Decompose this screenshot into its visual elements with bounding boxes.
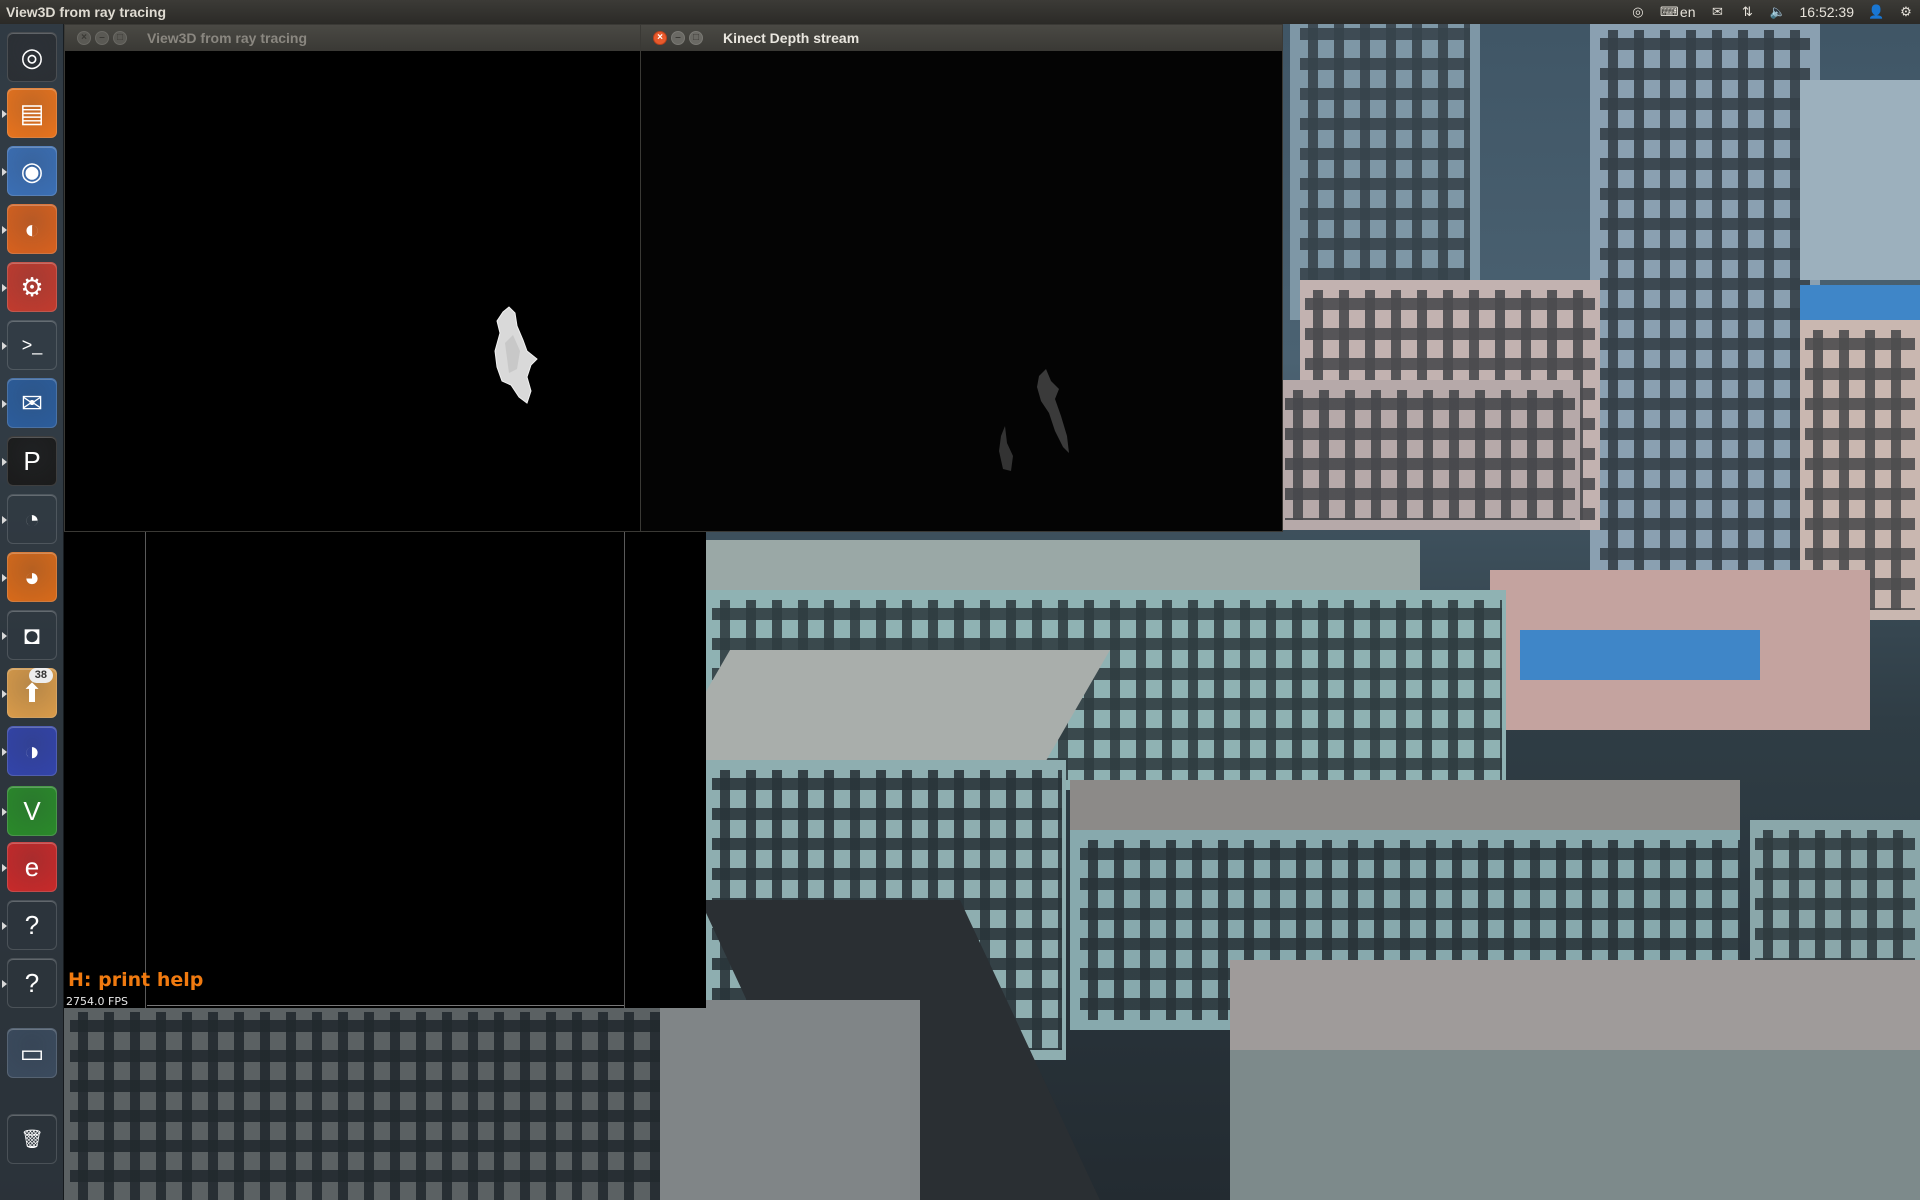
launcher: ◎ ▤ ◉ ◐ ⚙ >_ ✉ P ◔ ◕ ◘ ⬆ 38 ◑ Ve?? ▭ 🗑 (0, 24, 64, 1200)
blender-launcher-button[interactable]: ◕ (2, 552, 57, 602)
firefox-icon: ◐ (24, 214, 40, 244)
running-indicator (2, 284, 7, 292)
maximize-icon[interactable]: □ (113, 31, 127, 45)
gl-right-strip (624, 530, 706, 1008)
unknown-app-launcher-button[interactable]: ? (2, 958, 57, 1008)
pycharm-icon: P (23, 446, 41, 476)
update-manager-launcher-button[interactable]: ⬆ 38 (2, 668, 57, 718)
kinect-window-title: Kinect Depth stream (723, 30, 860, 46)
help-hint-text: H: print help (68, 969, 204, 991)
view3d-window-title: View3D from ray tracing (147, 30, 308, 46)
workspace-switcher-icon: ▭ (19, 1038, 45, 1068)
running-indicator (2, 922, 7, 930)
trash-launcher-button[interactable]: 🗑 (7, 1114, 57, 1164)
thunderbird-launcher-button[interactable]: ✉ (2, 378, 57, 428)
running-indicator (2, 690, 7, 698)
system-settings-launcher-button[interactable]: ⚙ (2, 262, 57, 312)
top-panel: View3D from ray tracing ◎ ⌨ en ✉ ⇅ 🔈 16:… (0, 0, 1920, 24)
network-icon[interactable]: ⇅ (1740, 5, 1756, 19)
workspace-switcher-launcher-button[interactable]: ▭ (7, 1028, 57, 1078)
rendered-hand-shape (494, 306, 538, 404)
view3d-canvas[interactable] (65, 51, 640, 531)
chromium-icon: ◉ (20, 156, 44, 186)
thunderbird-icon: ✉ (21, 388, 43, 418)
minimize-icon[interactable]: – (95, 31, 109, 45)
update-manager-icon: ⬆ (21, 678, 43, 708)
view3d-titlebar[interactable]: × – □ View3D from ray tracing (65, 25, 640, 51)
eye-of-gnome-icon: ◔ (24, 504, 40, 534)
eclipse-icon: ◑ (24, 736, 40, 766)
vim-icon: V (23, 796, 41, 826)
view3d-window[interactable]: × – □ View3D from ray tracing (64, 24, 641, 532)
camera-app-launcher-button[interactable]: ◘ (2, 610, 57, 660)
files-icon: ▤ (19, 98, 45, 128)
indicator-area: ◎ ⌨ en ✉ ⇅ 🔈 16:52:39 👤 ⚙ (1630, 0, 1920, 24)
terminal-icon: >_ (21, 335, 43, 355)
chromium-launcher-button[interactable]: ◉ (2, 146, 57, 196)
maximize-icon[interactable]: □ (689, 31, 703, 45)
dash-home-launcher-button[interactable]: ◎ (7, 32, 57, 82)
evince-icon: e (24, 852, 40, 882)
pycharm-launcher-button[interactable]: P (2, 436, 57, 486)
depth-blob-shapes (999, 369, 1069, 471)
running-indicator (2, 342, 7, 350)
active-app-title: View3D from ray tracing (6, 4, 167, 20)
kinect-depth-canvas[interactable] (641, 51, 1282, 531)
running-indicator (2, 980, 7, 988)
dash-home-icon: ◎ (20, 42, 44, 72)
keyboard-layout-label: en (1679, 4, 1696, 20)
gl-left-strip (64, 530, 146, 1008)
minimize-icon[interactable]: – (671, 31, 685, 45)
mail-icon[interactable]: ✉ (1710, 5, 1726, 19)
update-count-badge: 38 (28, 668, 53, 683)
eclipse-launcher-button[interactable]: ◑ (2, 726, 57, 776)
running-indicator (2, 110, 7, 118)
kinect-titlebar[interactable]: × – □ Kinect Depth stream (641, 25, 1282, 51)
running-indicator (2, 632, 7, 640)
running-indicator (2, 574, 7, 582)
unknown-app-icon: ? (24, 968, 40, 998)
running-indicator (2, 516, 7, 524)
clock[interactable]: 16:52:39 (1800, 4, 1855, 20)
running-indicator (2, 808, 7, 816)
running-indicator (2, 400, 7, 408)
gl-canvas[interactable] (147, 530, 624, 1006)
running-indicator (2, 168, 7, 176)
unknown-app-icon: ? (24, 910, 40, 940)
keyboard-indicator[interactable]: ⌨ en (1660, 4, 1696, 20)
terminal-launcher-button[interactable]: >_ (2, 320, 57, 370)
keyboard-icon: ⌨ (1659, 4, 1679, 19)
close-icon[interactable]: × (653, 31, 667, 45)
running-indicator (2, 458, 7, 466)
trash-icon: 🗑 (20, 1129, 44, 1149)
running-indicator (2, 864, 7, 872)
evince-launcher-button[interactable]: e (2, 842, 57, 892)
unknown-app-launcher-button[interactable]: ? (2, 900, 57, 950)
running-indicator (2, 226, 7, 234)
system-settings-icon: ⚙ (20, 272, 44, 302)
user-icon[interactable]: 👤 (1868, 5, 1884, 19)
dropbox-icon[interactable]: ◎ (1630, 5, 1646, 19)
running-indicator (2, 748, 7, 756)
eye-of-gnome-launcher-button[interactable]: ◔ (2, 494, 57, 544)
camera-app-icon: ◘ (24, 620, 40, 650)
close-icon[interactable]: × (77, 31, 91, 45)
session-gear-icon[interactable]: ⚙ (1898, 5, 1914, 19)
volume-icon[interactable]: 🔈 (1770, 5, 1786, 19)
fps-counter: 2754.0 FPS (66, 995, 128, 1008)
firefox-launcher-button[interactable]: ◐ (2, 204, 57, 254)
kinect-depth-window[interactable]: × – □ Kinect Depth stream (640, 24, 1283, 532)
gl-render-window[interactable] (64, 530, 706, 1008)
files-launcher-button[interactable]: ▤ (2, 88, 57, 138)
blender-icon: ◕ (24, 562, 40, 592)
vim-launcher-button[interactable]: V (2, 786, 57, 836)
